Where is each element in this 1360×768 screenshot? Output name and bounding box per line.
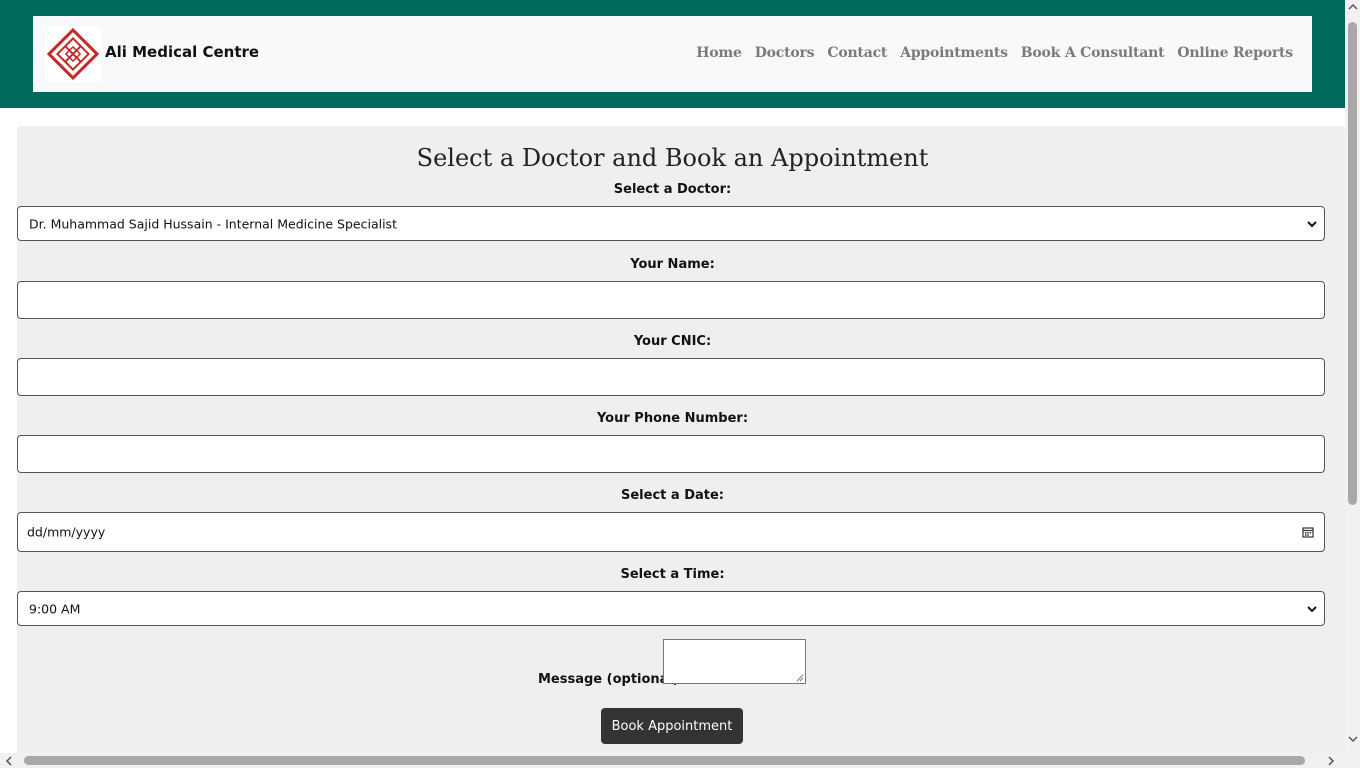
scroll-up-icon[interactable] <box>1348 2 1358 12</box>
navbar: Ali Medical Centre Home Doctors Contact … <box>33 16 1312 92</box>
page-title: Select a Doctor and Book an Appointment <box>416 144 929 172</box>
doctor-select-value: Dr. Muhammad Sajid Hussain - Internal Me… <box>29 216 397 231</box>
resize-grip-icon[interactable] <box>796 674 804 682</box>
doctor-label: Select a Doctor: <box>613 182 732 197</box>
phone-label: Your Phone Number: <box>596 411 749 426</box>
vertical-scroll-thumb[interactable] <box>1348 22 1357 505</box>
chevron-down-icon <box>1307 220 1317 227</box>
date-input[interactable]: dd/mm/yyyy <box>17 512 1325 552</box>
scroll-right-icon[interactable] <box>1326 756 1336 766</box>
name-label: Your Name: <box>630 257 715 272</box>
scroll-left-icon[interactable] <box>4 756 14 766</box>
nav-appointments[interactable]: Appointments <box>900 45 1008 61</box>
date-input-placeholder: dd/mm/yyyy <box>27 524 106 540</box>
chevron-down-icon <box>1307 605 1317 612</box>
book-appointment-button[interactable]: Book Appointment <box>601 708 743 744</box>
nav-online-reports[interactable]: Online Reports <box>1177 45 1293 61</box>
doctor-select[interactable]: Dr. Muhammad Sajid Hussain - Internal Me… <box>17 206 1325 241</box>
time-select-value: 9:00 AM <box>29 601 81 616</box>
time-select[interactable]: 9:00 AM <box>17 591 1325 626</box>
calendar-icon[interactable] <box>1302 526 1314 538</box>
horizontal-scroll-thumb[interactable] <box>24 756 1305 765</box>
nav-contact[interactable]: Contact <box>827 45 887 61</box>
vertical-scrollbar[interactable] <box>1345 0 1360 768</box>
nav-book-consultant[interactable]: Book A Consultant <box>1021 45 1165 61</box>
message-textarea[interactable] <box>663 639 806 684</box>
phone-input[interactable] <box>17 435 1325 473</box>
ali-medical-logo-icon[interactable] <box>45 26 101 82</box>
scroll-down-icon[interactable] <box>1348 734 1358 744</box>
cnic-label: Your CNIC: <box>633 334 712 349</box>
main-nav: Home Doctors Contact Appointments Book A… <box>696 45 1293 61</box>
date-label: Select a Date: <box>621 488 724 503</box>
time-label: Select a Time: <box>620 567 725 582</box>
form-content: Select a Doctor and Book an Appointment … <box>0 126 1345 756</box>
nav-home[interactable]: Home <box>696 45 742 61</box>
nav-doctors[interactable]: Doctors <box>755 45 815 61</box>
header-bar: Ali Medical Centre Home Doctors Contact … <box>0 0 1345 108</box>
name-input[interactable] <box>17 281 1325 319</box>
horizontal-scrollbar[interactable] <box>0 753 1345 768</box>
cnic-input[interactable] <box>17 358 1325 396</box>
brand-name[interactable]: Ali Medical Centre <box>105 43 259 61</box>
